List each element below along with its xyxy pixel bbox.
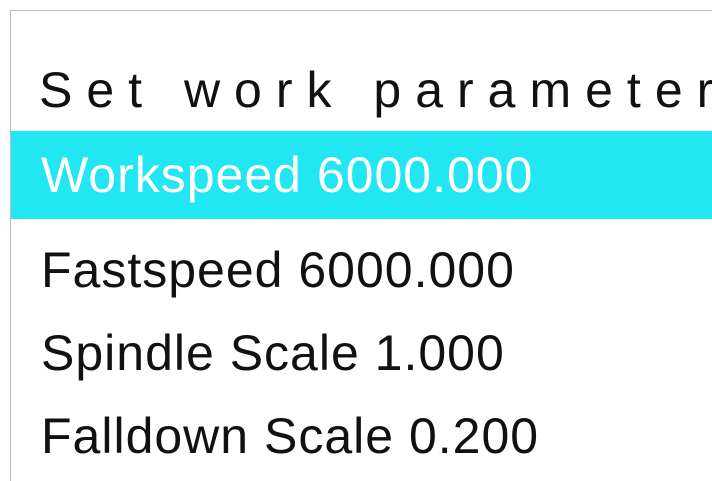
parameter-screen: Set work parameter Workspeed 6000.000 Fa… (10, 10, 712, 481)
menu-item-fastspeed[interactable]: Fastspeed 6000.000 (11, 226, 712, 314)
menu-item-falldown-scale[interactable]: Falldown Scale 0.200 (11, 392, 712, 480)
screen-title: Set work parameter (39, 62, 712, 118)
menu-item-workspeed[interactable]: Workspeed 6000.000 (11, 131, 712, 219)
menu-item-spindle-scale[interactable]: Spindle Scale 1.000 (11, 309, 712, 397)
